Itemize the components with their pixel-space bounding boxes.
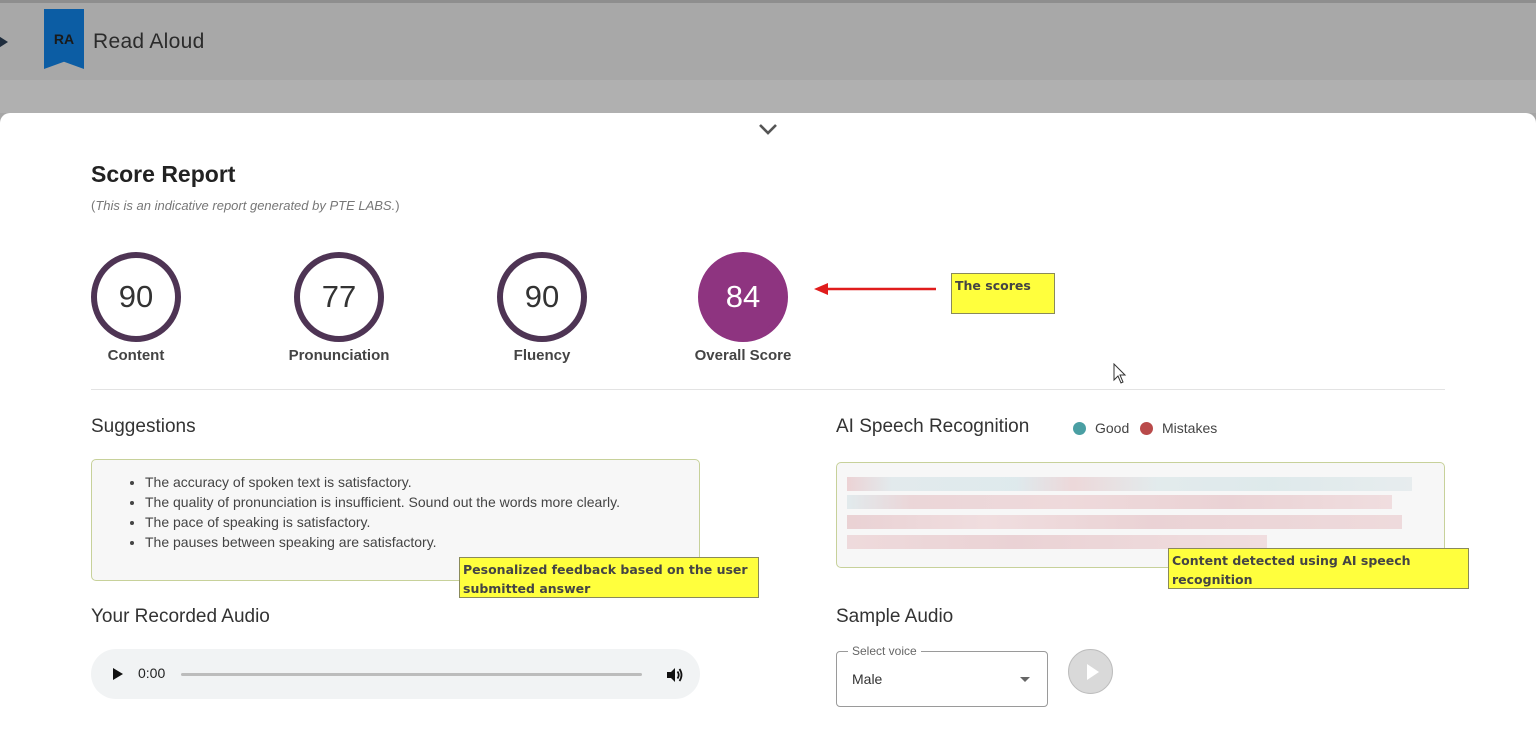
score-ring: 90 (497, 252, 587, 342)
back-arrow-icon[interactable] (0, 33, 8, 51)
overall-score-circle: 84 (698, 252, 788, 342)
recorded-audio-heading: Your Recorded Audio (91, 606, 270, 627)
legend-label: Mistakes (1162, 420, 1218, 436)
feedback-callout: Pesonalized feedback based on the user s… (459, 557, 759, 598)
task-badge: RA (44, 9, 84, 69)
sample-play-button[interactable] (1068, 649, 1113, 694)
page-title: Score Report (91, 161, 236, 187)
legend-good: Good (1073, 420, 1129, 436)
collapse-chevron-icon[interactable] (758, 121, 778, 137)
score-label: Pronunciation (288, 347, 390, 364)
legend-mistakes: Mistakes (1140, 420, 1217, 436)
score-pronunciation: 77 Pronunciation (254, 252, 424, 364)
asr-callout: Content detected using AI speech recogni… (1168, 548, 1469, 589)
voice-select-label: Select voice (848, 644, 921, 658)
score-ring: 90 (91, 252, 181, 342)
sample-audio-heading: Sample Audio (836, 606, 954, 627)
score-ring: 77 (294, 252, 384, 342)
voice-select[interactable]: Select voice Male (836, 644, 1048, 707)
header-subbar (0, 80, 1536, 113)
suggestions-list: The accuracy of spoken text is satisfact… (92, 472, 699, 552)
score-label: Fluency (513, 347, 571, 364)
mouse-cursor-icon (1113, 363, 1127, 384)
mistake-dot-icon (1140, 421, 1153, 435)
report-subtitle: (This is an indicative report generated … (91, 198, 400, 213)
dropdown-caret-icon (1020, 677, 1030, 682)
list-item: The accuracy of spoken text is satisfact… (145, 472, 699, 492)
audio-time: 0:00 (138, 665, 166, 681)
audio-player: 0:00 (91, 649, 700, 699)
app-header: RA Read Aloud (0, 0, 1536, 80)
score-overall: 84 Overall Score (658, 252, 828, 364)
suggestions-heading: Suggestions (91, 416, 196, 437)
voice-select-value: Male (852, 671, 883, 687)
annotation-arrow-icon (814, 283, 936, 295)
score-content: 90 Content (51, 252, 221, 364)
audio-progress-bar[interactable] (181, 673, 642, 676)
scores-callout: The scores (951, 273, 1055, 314)
blurred-transcript-line (847, 515, 1402, 529)
legend-label: Good (1095, 420, 1130, 436)
task-title: Read Aloud (93, 30, 205, 53)
section-divider (91, 389, 1445, 390)
asr-heading: AI Speech Recognition (836, 416, 1030, 437)
score-fluency: 90 Fluency (457, 252, 627, 364)
list-item: The pace of speaking is satisfactory. (145, 512, 699, 532)
volume-icon[interactable] (665, 666, 683, 684)
list-item: The pauses between speaking are satisfac… (145, 532, 699, 552)
blurred-transcript-line (847, 535, 1267, 549)
score-label: Overall Score (694, 347, 792, 364)
list-item: The quality of pronunciation is insuffic… (145, 492, 699, 512)
blurred-transcript-line (847, 477, 1412, 491)
score-label: Content (107, 347, 165, 364)
good-dot-icon (1073, 421, 1086, 435)
blurred-transcript-line (847, 495, 1392, 509)
play-icon[interactable] (113, 668, 123, 680)
score-report-panel: Score Report (This is an indicative repo… (0, 113, 1536, 753)
